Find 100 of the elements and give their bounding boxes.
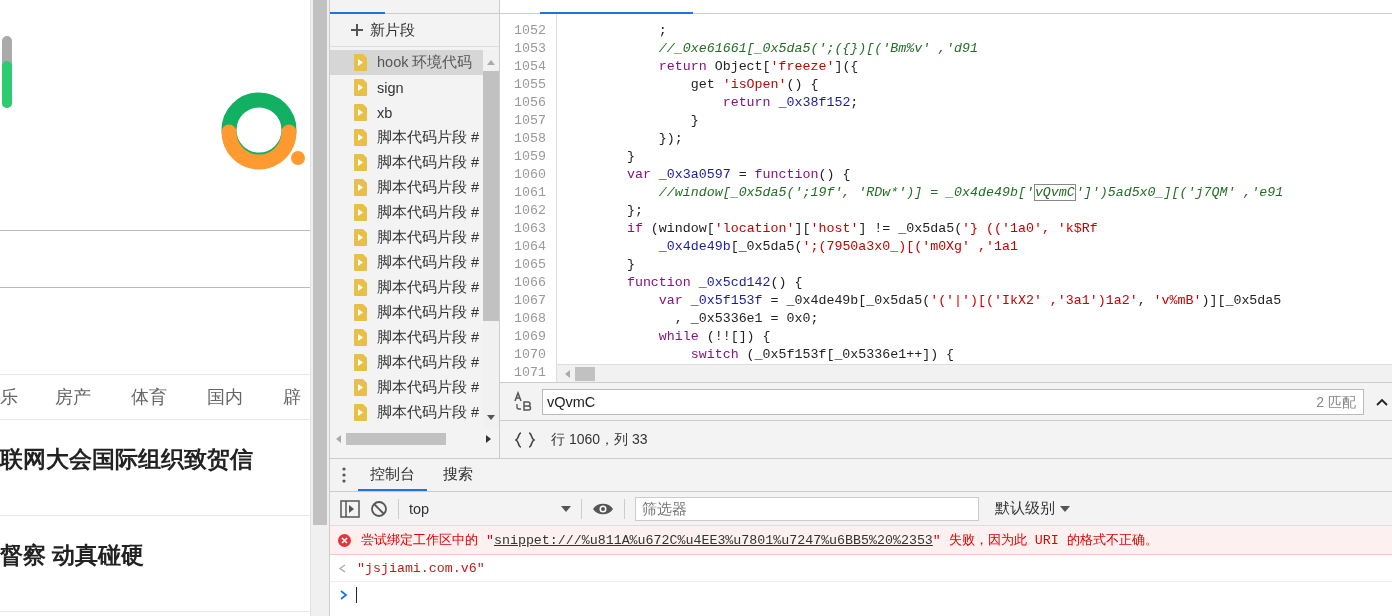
snippet-file-icon: [354, 204, 367, 221]
line-number: 1056: [513, 94, 546, 112]
code-line: //window[_0x5da5(';19f', 'RDw*')] = _0x4de49b['vQvmC']')5ad5x0_][('j7QM' ,'e91: [657, 184, 1284, 202]
line-number: 1063: [513, 220, 546, 238]
code-line: }: [689, 112, 699, 130]
clear-console-icon[interactable]: [370, 499, 388, 518]
more-menu-icon[interactable]: [342, 467, 346, 483]
line-number: 1059: [513, 148, 546, 166]
nav-link[interactable]: 国内: [207, 385, 243, 409]
code-line: };: [625, 202, 643, 220]
snippet-item[interactable]: xb: [330, 100, 483, 125]
line-number: 1058: [513, 130, 546, 148]
snippet-item[interactable]: 脚本代码片段 #: [330, 350, 483, 375]
nav-link[interactable]: 体育: [131, 385, 167, 409]
line-number: 1057: [513, 112, 546, 130]
snippet-item[interactable]: hook 环境代码: [330, 50, 483, 75]
line-number: 1068: [513, 310, 546, 328]
code-line: function _0x5cd142() {: [625, 274, 803, 292]
code-line: //_0xe61661[_0x5da5(';({})[('Bm%v' ,'d91: [657, 40, 978, 58]
drawer-tab[interactable]: 搜索: [431, 459, 485, 491]
chevron-up-icon: [1376, 397, 1388, 406]
snippet-file-icon: [354, 229, 367, 246]
code-line: ;: [657, 22, 667, 40]
code-line: var _0x5f153f = _0x4de49b[_0x5da5('('|')[('IkX2' ,'3a1')1a2', 'v%mB')][_0x5da5: [657, 292, 1282, 310]
snippet-file-icon: [354, 379, 367, 396]
line-number: 1065: [513, 256, 546, 274]
error-message: 尝试绑定工作区中的 "snippet:///%u811A%u672C%u4EE3%u7801%u7247%u6BB5%20%2353" 失败，因为此 URI 的格式不正确。: [361, 532, 1158, 549]
line-number: 1062: [513, 202, 546, 220]
scrollbar-thumb[interactable]: [313, 0, 327, 525]
code-line: var _0x3a0597 = function() {: [625, 166, 851, 184]
code-line: _0x4de49b[_0x5da5(';(7950a3x0_)[('m0Xg' ,'1a1: [657, 238, 1018, 256]
code-line: });: [657, 130, 683, 148]
filter-field[interactable]: 筛选器: [635, 496, 979, 521]
snippet-file-icon: [354, 304, 367, 321]
code-line: get 'isOpen'() {: [689, 76, 819, 94]
snippet-item[interactable]: sign: [330, 75, 483, 100]
snippet-item[interactable]: 脚本代码片段 #: [330, 200, 483, 225]
code-line: while (!![]) {: [657, 328, 771, 346]
pretty-print-icon[interactable]: [515, 431, 535, 448]
prompt-icon: [340, 590, 348, 600]
page-scrollbar[interactable]: [310, 0, 329, 616]
scroll-right-icon[interactable]: [485, 434, 493, 444]
result-value: "jsjiami.com.v6": [357, 560, 485, 576]
snippet-item[interactable]: 脚本代码片段 #: [330, 225, 483, 250]
headline[interactable]: 督察 动真碰硬: [0, 540, 145, 571]
match-case-icon[interactable]: [512, 390, 534, 413]
context-select[interactable]: top: [409, 500, 571, 517]
caret-icon: [1060, 504, 1070, 513]
code-line: }: [625, 256, 635, 274]
nav-link[interactable]: 辟: [283, 385, 301, 409]
match-count: 2 匹配: [1316, 393, 1356, 412]
snippet-link[interactable]: snippet:///%u811A%u672C%u4EE3%u7801%u7247%u6BB5%20%2353: [493, 533, 933, 548]
log-level-menu[interactable]: 默认级别: [989, 498, 1076, 519]
scrollbar-thumb[interactable]: [483, 71, 499, 321]
snippet-file-icon: [354, 154, 367, 171]
nav-link[interactable]: 乐: [0, 385, 18, 409]
snippet-file-icon: [354, 354, 367, 371]
cursor-position: 行 1060，列 33: [551, 430, 648, 449]
headline[interactable]: 联网大会国际组织致贺信: [0, 444, 253, 475]
line-number: 1064: [513, 238, 546, 256]
sidebar-toggle-icon[interactable]: [340, 499, 360, 518]
eye-icon[interactable]: [592, 501, 614, 516]
snippet-item[interactable]: 脚本代码片段 #: [330, 250, 483, 275]
scrollbar-thumb[interactable]: [575, 367, 595, 381]
snippet-file-icon: [354, 104, 367, 121]
snippet-item[interactable]: 脚本代码片段 #: [330, 125, 483, 150]
snippet-file-icon: [354, 179, 367, 196]
scrollbar-thumb[interactable]: [346, 433, 446, 445]
text-cursor: [356, 587, 357, 603]
code-line: return Object['freeze']({: [657, 58, 859, 76]
line-number: 1055: [513, 76, 546, 94]
snippet-item[interactable]: 脚本代码片段 #: [330, 325, 483, 350]
snippet-item[interactable]: 脚本代码片段 #: [330, 275, 483, 300]
snippet-file-icon: [354, 279, 367, 296]
line-number: 1054: [513, 58, 546, 76]
line-number: 1067: [513, 292, 546, 310]
line-number: 1070: [513, 346, 546, 364]
code-line: switch (_0x5f153f[_0x5336e1++]) {: [689, 346, 955, 364]
code-line: }: [625, 148, 635, 166]
line-number: 1066: [513, 274, 546, 292]
error-icon: [338, 533, 351, 547]
code-line: , _0x5336e1 = 0x0;: [673, 310, 819, 328]
snippet-item[interactable]: 脚本代码片段 #: [330, 400, 483, 425]
snippet-file-icon: [354, 329, 367, 346]
logo-icon: [221, 92, 307, 170]
line-number: 1071: [513, 364, 546, 382]
snippet-item[interactable]: 脚本代码片段 #: [330, 175, 483, 200]
line-number: 1061: [513, 184, 546, 202]
code-line: if (window['location']['host'] != _0x5da5('} (('1a0', 'k$Rf: [625, 220, 1098, 238]
snippet-file-icon: [354, 404, 367, 421]
line-number: 1069: [513, 328, 546, 346]
nav-link[interactable]: 房产: [55, 385, 91, 409]
scroll-down-icon[interactable]: [486, 414, 496, 422]
snippet-item[interactable]: 脚本代码片段 #: [330, 300, 483, 325]
caret-icon: [561, 504, 571, 513]
gauge-drawing: [2, 36, 12, 108]
snippet-file-icon: [354, 254, 367, 271]
snippet-item[interactable]: 脚本代码片段 #: [330, 375, 483, 400]
code-line: return _0x38f152;: [721, 94, 859, 112]
snippet-item[interactable]: 脚本代码片段 #: [330, 150, 483, 175]
